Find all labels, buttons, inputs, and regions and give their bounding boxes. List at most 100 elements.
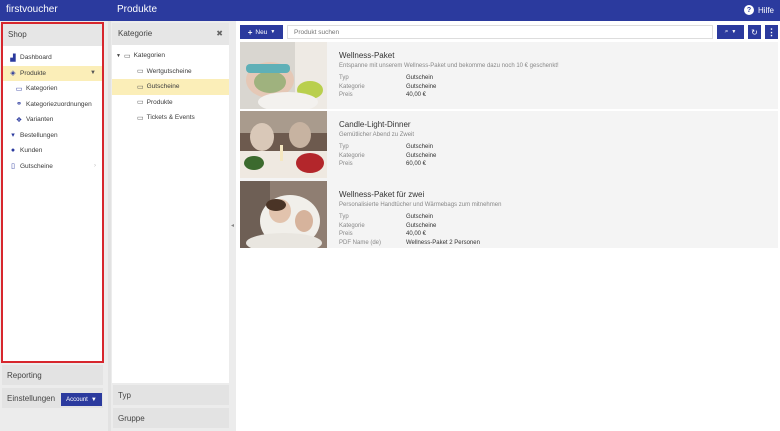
sidebar-item-label: Dashboard — [20, 54, 52, 62]
product-attribute-row: Typ Gutschein — [339, 74, 769, 83]
folder-open-icon: ▭ — [123, 52, 131, 60]
chevron-right-icon: › — [94, 163, 96, 170]
sidebar-item-label: Kategorien — [26, 85, 58, 93]
tree-item-label: Produkte — [146, 98, 173, 106]
sidebar-item-gutscheine[interactable]: ▯ Gutscheine › — [3, 159, 102, 175]
sidebar-item-label: Kunden — [20, 147, 43, 155]
search-icon: ⌕ — [724, 28, 729, 35]
new-button[interactable]: + Neu ▼ — [240, 25, 283, 39]
product-search-input[interactable] — [287, 25, 713, 39]
left-sidebar: Shop ▟ Dashboard ◈ Produkte ▼ ▭ Kategori… — [0, 21, 108, 431]
file-icon: ▯ — [11, 163, 15, 171]
product-name: Candle-Light-Dinner — [339, 120, 411, 129]
sidebar-item-kunden[interactable]: ● Kunden — [3, 143, 102, 159]
attribute-key: Typ — [339, 214, 349, 220]
sidebar-item-kategorien[interactable]: ▭ Kategorien — [3, 81, 102, 97]
caret-down-icon: ▼ — [90, 396, 97, 403]
tree-item-tickets-events[interactable]: ▭ Tickets & Events — [112, 110, 229, 126]
sidebar-item-label: Bestellungen — [20, 131, 58, 139]
product-info: Wellness-Paket Entspanne mit unserem Wel… — [339, 51, 769, 100]
product-info: Wellness-Paket für zwei Personalisierte … — [339, 190, 769, 247]
help-label: Hilfe — [757, 5, 774, 15]
collapse-handle-icon[interactable]: ◂ — [231, 222, 234, 229]
close-icon[interactable]: ✖ — [216, 29, 223, 38]
sidebar-item-varianten[interactable]: ❖ Varianten — [3, 112, 102, 128]
product-description: Gemütlicher Abend zu Zweit — [339, 132, 415, 138]
attribute-value: 40,00 € — [406, 92, 427, 98]
attribute-key: Kategorie — [339, 222, 365, 229]
attribute-key: Kategorie — [339, 152, 365, 159]
attribute-value: Gutscheine — [406, 222, 437, 229]
attribute-key: Preis — [339, 161, 353, 167]
user-icon: ● — [10, 147, 16, 155]
gruppe-section[interactable]: Gruppe — [113, 408, 229, 428]
folder-icon: ▭ — [137, 114, 144, 122]
attribute-value: Gutschein — [406, 75, 434, 81]
product-image — [240, 111, 327, 178]
sidebar-item-bestellungen[interactable]: ▾ Bestellungen — [3, 128, 102, 144]
tree-item-produkte[interactable]: ▭ Produkte — [112, 95, 229, 111]
sidebar-item-produkte[interactable]: ◈ Produkte ▼ — [3, 65, 102, 81]
product-attribute-row: PDF Name (de) Wellness-Paket 2 Personen — [339, 239, 769, 248]
tree-item-wertgutscheine[interactable]: ▭ Wertgutscheine — [112, 64, 229, 80]
sidebar-item-label: Varianten — [26, 116, 54, 124]
account-button[interactable]: Account ▼ — [61, 393, 102, 406]
attribute-key: Kategorie — [339, 83, 365, 90]
help-icon: ? — [743, 5, 754, 15]
app-brand[interactable]: firstvoucher — [6, 4, 58, 15]
attribute-value: Gutschein — [406, 214, 434, 220]
more-options-button[interactable]: ⋮ — [765, 25, 778, 39]
shop-panel-title[interactable]: Shop — [3, 24, 102, 46]
product-name: Wellness-Paket für zwei — [339, 190, 425, 199]
tree-item-label: Wertgutscheine — [146, 67, 192, 75]
sidebar-item-label: Produkte — [20, 69, 47, 77]
attribute-value: 60,00 € — [406, 161, 427, 167]
product-card[interactable]: Wellness-Paket für zwei Personalisierte … — [240, 181, 778, 248]
caret-down-icon: ▼ — [116, 52, 121, 59]
top-bar: firstvoucher Produkte ? Hilfe — [0, 0, 780, 21]
refresh-button[interactable]: ↻ — [748, 25, 761, 39]
product-attribute-row: Typ Gutschein — [339, 213, 769, 222]
product-attribute-row: Kategorie Gutscheine — [339, 152, 769, 161]
product-card[interactable]: Wellness-Paket Entspanne mit unserem Wel… — [240, 42, 778, 109]
tree-item-gutscheine[interactable]: ▭ Gutscheine — [112, 79, 229, 95]
kategorie-panel: Kategorie ✖ ▼ ▭ Kategorien ▭ Wertgutsche… — [112, 23, 229, 383]
toolbar: + Neu ▼ ⌕ ▼ ↻ ⋮ — [240, 25, 778, 39]
tags-icon: ◈ — [10, 70, 16, 78]
product-attribute-row: Typ Gutschein — [339, 143, 769, 152]
tree-item-kategorien[interactable]: ▼ ▭ Kategorien — [112, 48, 229, 64]
attribute-value: Gutscheine — [406, 83, 437, 90]
attribute-key: Typ — [339, 144, 349, 150]
kategorie-panel-header[interactable]: Kategorie ✖ — [112, 23, 229, 45]
cart-icon: ▾ — [11, 132, 15, 140]
sidebar-item-dashboard[interactable]: ▟ Dashboard — [3, 50, 102, 66]
folder-icon: ▭ — [137, 68, 144, 76]
product-name: Wellness-Paket — [339, 51, 395, 60]
product-attribute-row: Kategorie Gutscheine — [339, 222, 769, 231]
product-card[interactable]: Candle-Light-Dinner Gemütlicher Abend zu… — [240, 111, 778, 184]
attribute-value: Gutschein — [406, 144, 434, 150]
product-description: Entspanne mit unserem Wellness-Paket und… — [339, 63, 559, 69]
typ-section[interactable]: Typ — [113, 385, 229, 405]
kategorie-tree: ▼ ▭ Kategorien ▭ Wertgutscheine ▭ Gutsch… — [112, 45, 229, 126]
attribute-value: Gutscheine — [406, 152, 437, 159]
sidebar-item-kategoriezuordnungen[interactable]: ⚭ Kategoriezuordnungen — [3, 97, 102, 113]
product-attribute-row: Preis 40,00 € — [339, 230, 769, 239]
kategorie-title: Kategorie — [118, 29, 153, 38]
search-button[interactable]: ⌕ ▼ — [717, 25, 744, 39]
product-attribute-row: Preis 40,00 € — [339, 91, 769, 100]
attribute-key: Typ — [339, 75, 349, 81]
help-button[interactable]: ? Hilfe — [743, 5, 774, 15]
page-title: Produkte — [117, 4, 158, 15]
reporting-section[interactable]: Reporting — [2, 365, 103, 385]
attribute-value: Wellness-Paket 2 Personen — [406, 239, 480, 246]
cubes-icon: ❖ — [15, 116, 23, 124]
caret-down-icon: ▼ — [270, 29, 276, 35]
tree-item-label: Kategorien — [133, 52, 166, 60]
product-attribute-row: Preis 60,00 € — [339, 160, 769, 169]
sidebar-item-label: Kategoriezuordnungen — [26, 100, 92, 108]
folder-icon: ▭ — [137, 83, 144, 91]
product-info: Candle-Light-Dinner Gemütlicher Abend zu… — [339, 120, 769, 169]
dashboard-icon: ▟ — [10, 54, 16, 62]
product-list-area: + Neu ▼ ⌕ ▼ ↻ ⋮ — [236, 21, 780, 431]
